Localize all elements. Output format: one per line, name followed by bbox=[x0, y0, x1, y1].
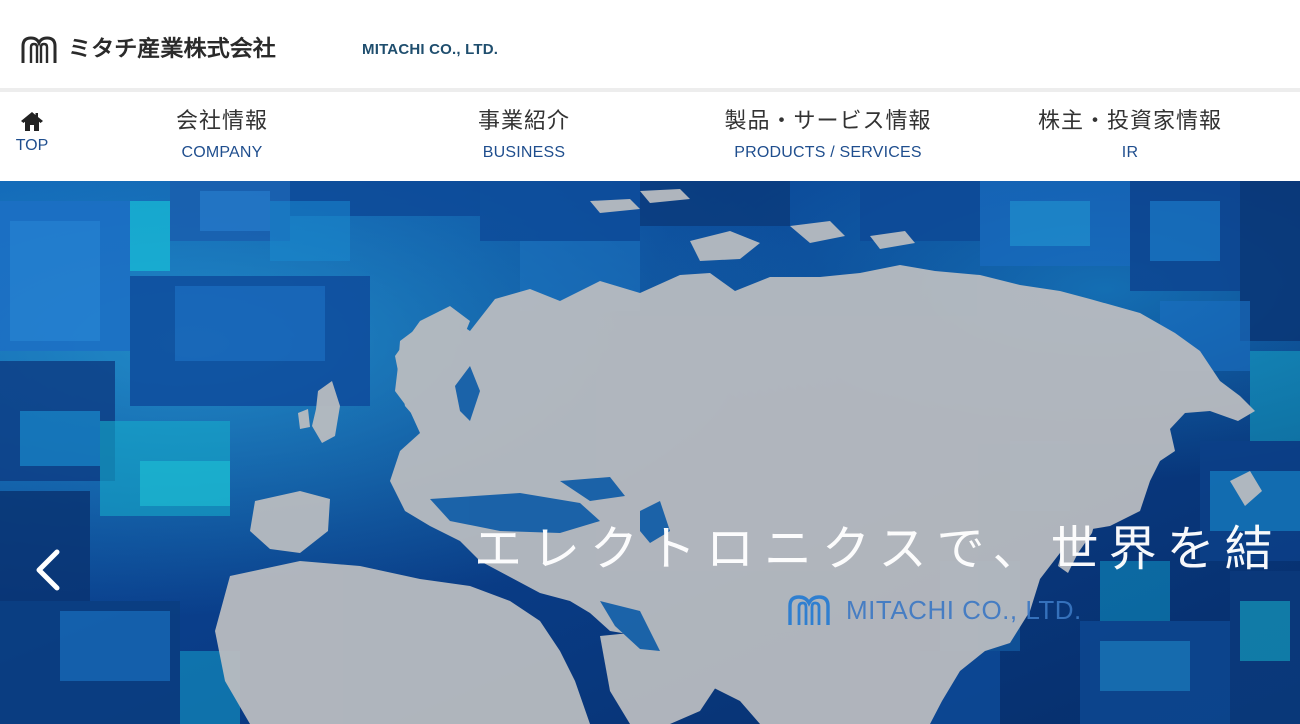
mitachi-logo-icon bbox=[788, 595, 830, 625]
mitachi-logo-icon bbox=[21, 36, 57, 63]
hero-slider: エレクトロニクスで、世界を結 MITACHI CO., LTD. bbox=[0, 181, 1300, 724]
nav-label-jp: 会社情報 bbox=[175, 109, 268, 134]
hero-tagline: エレクトロニクスで、世界を結 bbox=[474, 521, 1283, 577]
global-nav: TOP 会社情報 COMPANY 事業紹介 BUSINESS 製品・サービス情報… bbox=[0, 92, 1300, 181]
nav-label-jp: 事業紹介 bbox=[477, 109, 570, 134]
site-header: ミタチ産業株式会社 MITACHI CO., LTD. bbox=[0, 0, 1300, 88]
world-map-background-image bbox=[0, 181, 1300, 724]
nav-label-en: PRODUCTS / SERVICES bbox=[734, 144, 922, 161]
nav-label-jp: 製品・サービス情報 bbox=[724, 109, 932, 134]
site-logo-link[interactable]: ミタチ産業株式会社 bbox=[20, 30, 276, 64]
nav-item-company[interactable]: 会社情報 COMPANY bbox=[150, 108, 294, 164]
nav-item-products-services[interactable]: 製品・サービス情報 PRODUCTS / SERVICES bbox=[708, 108, 948, 164]
nav-label-jp: 株主・投資家情報 bbox=[1037, 109, 1222, 134]
slider-prev-button[interactable] bbox=[24, 543, 72, 597]
hero-brand-logo: MITACHI CO., LTD. bbox=[786, 593, 1082, 627]
nav-label-en: COMPANY bbox=[181, 144, 263, 161]
company-name-en: MITACHI CO., LTD. bbox=[362, 41, 499, 58]
nav-item-ir[interactable]: 株主・投資家情報 IR bbox=[1020, 108, 1240, 164]
nav-label-top: TOP bbox=[15, 137, 49, 154]
company-name-jp: ミタチ産業株式会社 bbox=[68, 37, 276, 62]
nav-item-business[interactable]: 事業紹介 BUSINESS bbox=[452, 108, 596, 164]
nav-item-top[interactable]: TOP bbox=[8, 110, 56, 162]
nav-label-en: IR bbox=[1121, 144, 1139, 161]
chevron-left-icon bbox=[36, 549, 60, 591]
home-icon bbox=[21, 112, 43, 131]
hero-brand-text: MITACHI CO., LTD. bbox=[846, 594, 1082, 625]
nav-label-en: BUSINESS bbox=[482, 144, 566, 161]
